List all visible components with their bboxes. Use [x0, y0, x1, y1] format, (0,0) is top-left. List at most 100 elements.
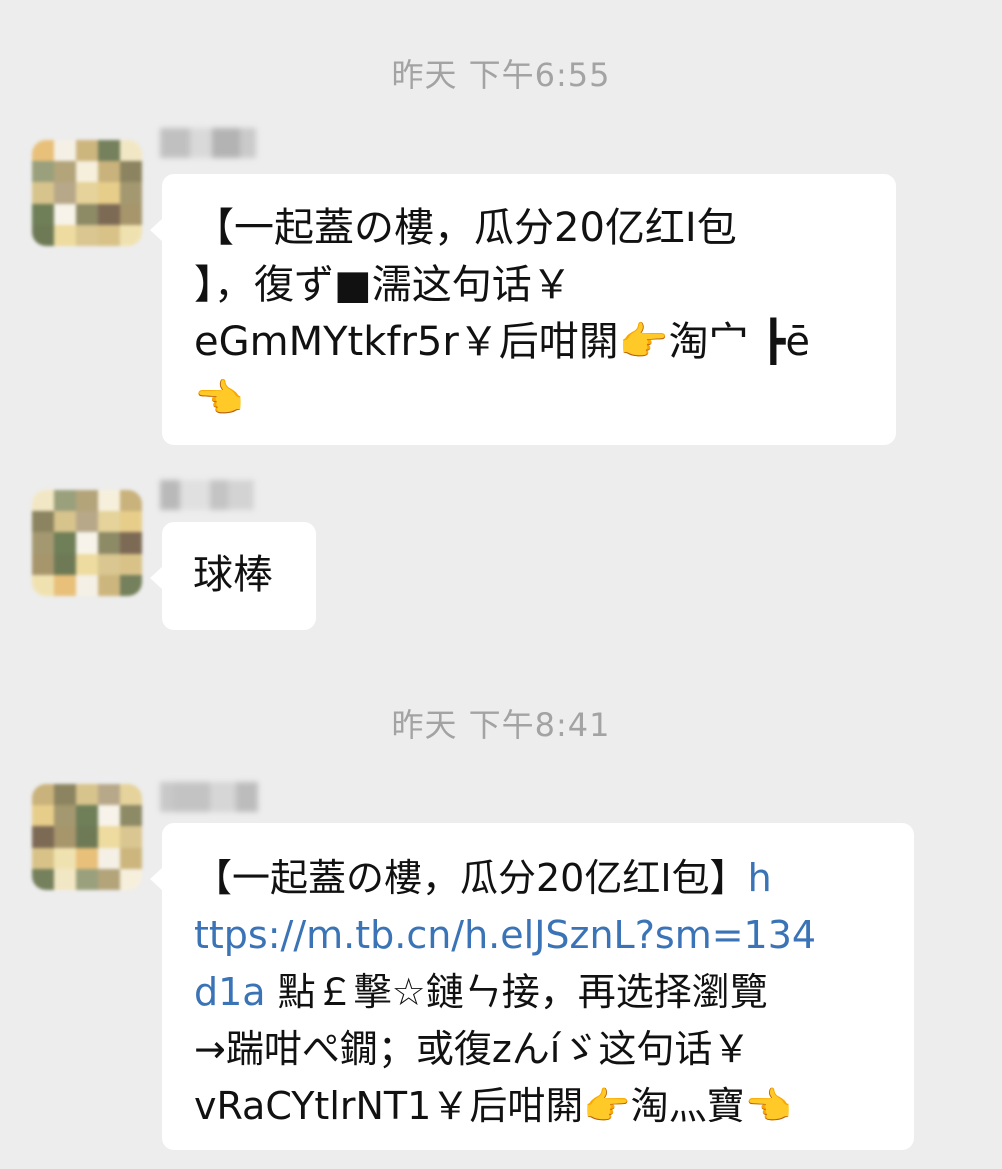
avatar-pixel: [120, 140, 142, 162]
message-link[interactable]: d1a: [194, 970, 266, 1014]
avatar-pixel: [76, 182, 98, 204]
avatar-pixel: [32, 553, 54, 575]
avatar-pixel: [120, 203, 142, 225]
message-line: 【一起蓋の樓，瓜分20亿红I包】h: [194, 850, 914, 907]
avatar-pixel: [54, 847, 76, 869]
avatar-pixel: [98, 140, 120, 162]
avatar-pixel: [98, 553, 120, 575]
message-text: 【一起蓋の樓，瓜分20亿红I包】: [194, 856, 748, 900]
avatar-pixel: [98, 826, 120, 848]
avatar-pixel: [54, 868, 76, 890]
message-line: eGmMYtkfr5r￥后咁閞👉淘宀 ┣ē: [194, 319, 810, 365]
avatar-pixel: [98, 805, 120, 827]
avatar-pixel: [76, 224, 98, 246]
avatar-pixel: [32, 532, 54, 554]
avatar-pixel: [120, 490, 142, 512]
avatar-pixel: [98, 203, 120, 225]
avatar-pixel: [54, 574, 76, 596]
avatar-pixel: [76, 847, 98, 869]
sender-name-blurred: [160, 480, 254, 510]
avatar-pixel: [32, 868, 54, 890]
message-link[interactable]: h: [748, 856, 772, 900]
avatar-pixel: [76, 511, 98, 533]
sender-name-blurred: [160, 128, 256, 158]
message-line: ttps://m.tb.cn/h.elJSznL?sm=134: [194, 907, 914, 964]
avatar-pixel: [32, 224, 54, 246]
avatar-pixel: [120, 182, 142, 204]
avatar-pixel: [76, 553, 98, 575]
avatar-pixel: [120, 826, 142, 848]
avatar-pixel: [54, 490, 76, 512]
message-line: d1a 點￡擊☆鏈ㄣ接，再选择瀏覽: [194, 964, 914, 1021]
avatar[interactable]: [32, 784, 142, 890]
avatar[interactable]: [32, 490, 142, 596]
message-line: vRaCYtlrNT1￥后咁閞👉淘灬寶👈: [194, 1078, 914, 1135]
avatar-pixel: [120, 511, 142, 533]
message-text: vRaCYtlrNT1￥后咁閞👉淘灬寶👈: [194, 1084, 792, 1128]
avatar-pixel: [54, 182, 76, 204]
avatar-pixel: [54, 140, 76, 162]
avatar-pixel: [76, 161, 98, 183]
avatar-pixel: [32, 140, 54, 162]
timestamp: 昨天 下午8:41: [391, 706, 611, 744]
avatar-pixel: [120, 574, 142, 596]
avatar-pixel: [98, 224, 120, 246]
avatar-pixel: [76, 868, 98, 890]
message-link[interactable]: ttps://m.tb.cn/h.elJSznL?sm=134: [194, 913, 816, 957]
message-text: 點￡擊☆鏈ㄣ接，再选择瀏覽: [265, 970, 768, 1014]
avatar-pixel: [98, 532, 120, 554]
avatar-pixel: [54, 784, 76, 806]
avatar-pixel: [120, 805, 142, 827]
avatar-pixel: [98, 511, 120, 533]
avatar-pixel: [98, 868, 120, 890]
avatar-pixel: [32, 182, 54, 204]
avatar-pixel: [32, 490, 54, 512]
sender-name-blurred: [160, 782, 258, 812]
avatar-pixel: [76, 826, 98, 848]
message-line: 球棒: [193, 552, 273, 598]
avatar-pixel: [98, 784, 120, 806]
avatar-pixel: [98, 161, 120, 183]
avatar[interactable]: [32, 140, 142, 246]
avatar-pixel: [32, 805, 54, 827]
avatar-pixel: [54, 224, 76, 246]
avatar-pixel: [98, 847, 120, 869]
message-bubble[interactable]: 球棒: [150, 522, 316, 630]
avatar-pixel: [32, 784, 54, 806]
avatar-pixel: [76, 784, 98, 806]
timestamp: 昨天 下午6:55: [391, 56, 611, 94]
message-line: →踹咁ぺ鐗；或復zんíゞ这句话￥: [194, 1021, 914, 1078]
avatar-pixel: [76, 532, 98, 554]
message-line: 【一起蓋の樓，瓜分20亿红I包: [194, 205, 737, 251]
message-line: 👈: [194, 376, 244, 422]
avatar-pixel: [120, 532, 142, 554]
avatar-pixel: [120, 847, 142, 869]
avatar-pixel: [76, 805, 98, 827]
avatar-pixel: [54, 826, 76, 848]
message-bubble[interactable]: 【一起蓋の樓，瓜分20亿红I包】h ttps://m.tb.cn/h.elJSz…: [150, 823, 914, 1150]
message-bubble[interactable]: 【一起蓋の樓，瓜分20亿红I包 】，復ず■濡这句话￥ eGmMYtkfr5r￥后…: [150, 174, 896, 445]
avatar-pixel: [98, 490, 120, 512]
avatar-pixel: [54, 511, 76, 533]
avatar-pixel: [120, 784, 142, 806]
avatar-pixel: [32, 511, 54, 533]
avatar-pixel: [76, 140, 98, 162]
avatar-pixel: [120, 553, 142, 575]
avatar-pixel: [32, 203, 54, 225]
avatar-pixel: [76, 490, 98, 512]
avatar-pixel: [98, 574, 120, 596]
avatar-pixel: [120, 224, 142, 246]
message-text: →踹咁ぺ鐗；或復zんíゞ这句话￥: [194, 1027, 751, 1071]
avatar-pixel: [54, 203, 76, 225]
avatar-pixel: [32, 826, 54, 848]
avatar-pixel: [54, 161, 76, 183]
avatar-pixel: [32, 161, 54, 183]
avatar-pixel: [98, 182, 120, 204]
avatar-pixel: [54, 532, 76, 554]
avatar-pixel: [76, 203, 98, 225]
avatar-pixel: [32, 574, 54, 596]
avatar-pixel: [120, 161, 142, 183]
avatar-pixel: [54, 553, 76, 575]
avatar-pixel: [54, 805, 76, 827]
avatar-pixel: [120, 868, 142, 890]
